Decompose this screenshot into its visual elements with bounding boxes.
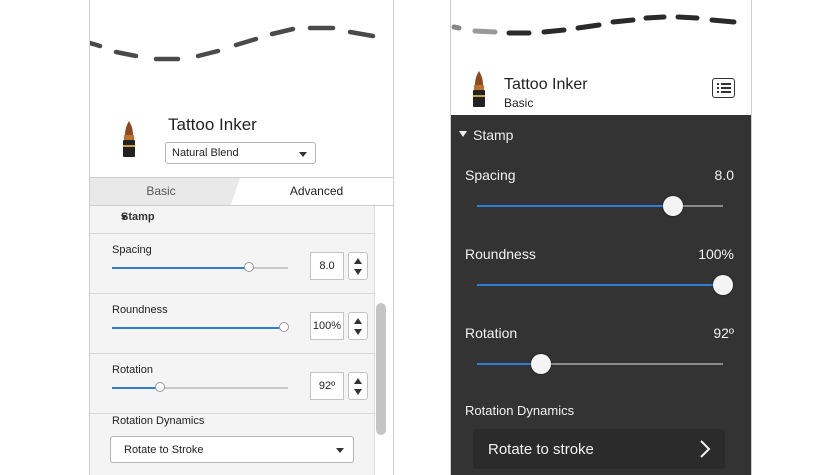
stepper-down-icon[interactable] [354,329,362,335]
rotation-slider-knob[interactable] [531,354,551,374]
settings-content: Stamp Spacing 8.0 Roundness 100% Rotatio… [90,206,375,475]
roundness-row: Roundness 100% [90,294,375,354]
roundness-stepper[interactable] [348,312,368,340]
list-icon[interactable] [712,78,735,98]
blend-mode-value: Natural Blend [172,147,239,159]
roundness-label: Roundness [112,304,168,316]
tab-advanced[interactable]: Advanced [240,178,393,205]
rotation-label: Rotation [465,325,518,341]
rotation-dynamics-value: Rotate to stroke [488,441,594,458]
spacing-slider-knob[interactable] [663,196,683,216]
stepper-down-icon[interactable] [354,389,362,395]
brush-icon [123,121,135,157]
brush-subtitle: Basic [504,96,534,110]
spacing-slider-fill [112,267,249,269]
tab-advanced-label: Advanced [289,184,344,198]
stepper-up-icon[interactable] [354,318,362,324]
spacing-label: Spacing [465,167,516,183]
stroke-preview [451,14,737,36]
rotation-value: 92º [713,325,734,341]
rotation-slider-knob[interactable] [155,382,165,392]
disclosure-triangle-icon [459,131,467,138]
brush-icon [473,71,485,107]
spacing-stepper[interactable] [348,252,368,280]
disclosure-triangle-icon [121,215,127,220]
tab-basic[interactable]: Basic [90,178,240,205]
brush-name: Tattoo Inker [504,76,588,93]
stamp-settings-dark: Stamp Spacing 8.0 Roundness 100% Rotatio… [451,115,751,475]
right-brush-settings-panel: Tattoo Inker Basic Stamp Spacing 8.0 Rou… [450,0,752,475]
roundness-label: Roundness [465,246,536,262]
roundness-value-field[interactable]: 100% [310,312,344,340]
roundness-slider-fill [477,284,723,286]
rotation-stepper[interactable] [348,372,368,400]
rotation-dynamics-label: Rotation Dynamics [112,415,205,427]
caret-down-icon [299,152,307,157]
roundness-slider-knob[interactable] [713,275,733,295]
rotation-value-field[interactable]: 92º [310,372,344,400]
stepper-up-icon[interactable] [354,378,362,384]
rotation-dynamics-value: Rotate to Stroke [124,444,204,456]
stroke-preview [90,25,376,62]
roundness-slider-knob[interactable] [279,322,289,332]
roundness-slider-fill [112,327,284,329]
caret-down-icon [336,448,344,453]
stepper-down-icon[interactable] [354,269,362,275]
spacing-label: Spacing [112,244,152,256]
rotation-slider-fill [112,387,160,389]
spacing-slider-knob[interactable] [244,262,254,272]
stepper-up-icon[interactable] [354,258,362,264]
settings-tabs: Basic Advanced [90,177,393,206]
chevron-right-icon [700,440,711,458]
scrollbar-thumb[interactable] [376,303,386,435]
spacing-slider-fill [477,205,673,207]
stamp-section-label: Stamp [473,127,514,143]
spacing-row: Spacing 8.0 [90,234,375,294]
spacing-value-field[interactable]: 8.0 [310,252,344,280]
stamp-section-header[interactable]: Stamp [459,127,513,143]
rotation-dynamics-select[interactable]: Rotate to Stroke [110,436,354,463]
rotation-dynamics-label: Rotation Dynamics [465,403,575,418]
brush-name: Tattoo Inker [168,115,257,134]
blend-mode-select[interactable]: Natural Blend [165,142,316,164]
tab-basic-label: Basic [146,184,176,198]
stamp-section-header[interactable]: Stamp [90,206,375,234]
roundness-value: 100% [698,246,734,262]
rotation-row: Rotation 92º [90,354,375,414]
spacing-value: 8.0 [714,167,734,183]
left-brush-settings-panel: Tattoo Inker Natural Blend Basic Advance… [89,0,394,475]
rotation-dynamics-row[interactable]: Rotate to stroke [473,429,725,469]
rotation-label: Rotation [112,364,153,376]
